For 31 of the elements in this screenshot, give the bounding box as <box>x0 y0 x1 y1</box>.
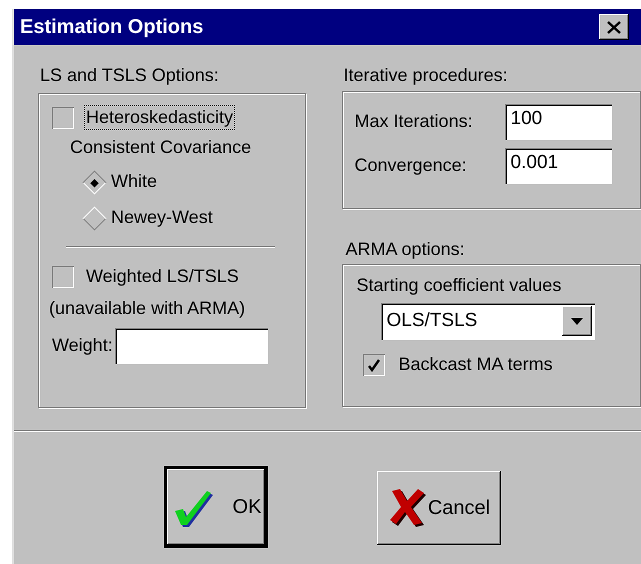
dropdown-button[interactable] <box>562 306 592 336</box>
cross-icon <box>388 486 428 529</box>
close-button[interactable] <box>599 14 629 40</box>
dropdown-value: OLS/TSLS <box>386 310 478 333</box>
caption-label: Consistent Covariance <box>70 136 252 158</box>
window-title: Estimation Options <box>20 15 204 39</box>
check-icon <box>366 358 381 372</box>
group-title: Iterative procedures: <box>344 65 508 87</box>
heteroskedasticity-checkbox[interactable] <box>52 106 74 129</box>
group-title: LS and TSLS Options: <box>40 65 219 87</box>
field-label: Max Iterations: <box>354 110 474 132</box>
radio-label: White <box>111 171 158 193</box>
text-field[interactable]: 100 <box>504 104 612 140</box>
dropdown[interactable]: OLS/TSLS <box>380 302 595 340</box>
weighted-checkbox[interactable] <box>52 266 74 288</box>
field-label: Weight: <box>52 334 113 357</box>
close-icon <box>607 20 621 34</box>
ok-button[interactable]: OK <box>167 468 265 545</box>
note-text: (unavailable with ARMA) <box>49 298 246 320</box>
group-title: ARMA options: <box>346 238 465 260</box>
backcast-checkbox[interactable] <box>362 354 385 376</box>
cancel-button[interactable]: Cancel <box>377 470 501 545</box>
weight-field[interactable] <box>114 328 268 364</box>
text-field[interactable]: 0.001 <box>504 148 612 184</box>
field-label: Starting coefficient values <box>356 275 562 297</box>
checkbox-label: Heteroskedasticity <box>86 106 234 128</box>
caret-icon <box>570 318 583 325</box>
checkbox-label: Weighted LS/TSLS <box>86 266 239 288</box>
checkbox-label: Backcast MA terms <box>398 354 553 376</box>
field-label: Convergence: <box>354 154 468 176</box>
radio-label: Newey-West <box>111 207 213 229</box>
